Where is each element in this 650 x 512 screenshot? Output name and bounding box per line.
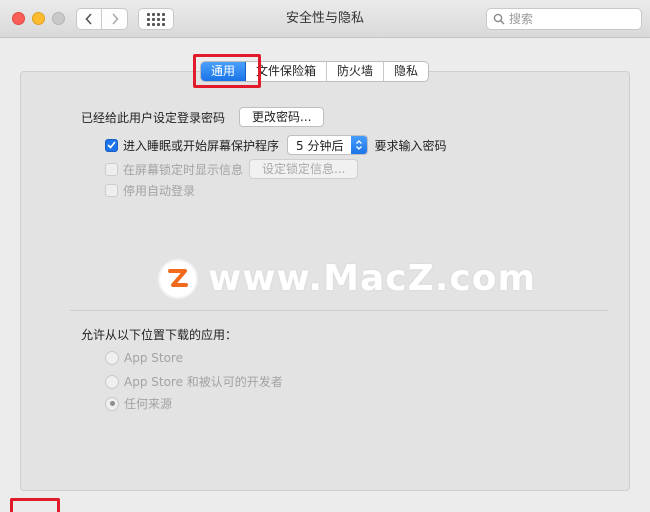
password-delay-select[interactable]: 5 分钟后 — [287, 135, 369, 155]
radio-label: App Store — [124, 351, 183, 365]
back-button[interactable] — [76, 8, 102, 30]
password-delay-value: 5 分钟后 — [296, 138, 344, 153]
radio-app-store[interactable]: App Store — [105, 351, 183, 365]
require-password-label: 进入睡眠或开始屏幕保护程序 — [123, 138, 280, 153]
chevron-left-icon — [85, 13, 92, 25]
require-password-suffix: 要求输入密码 — [374, 138, 447, 153]
lock-message-row: 在屏幕锁定时显示信息 设定锁定信息... — [105, 159, 359, 179]
radio-anywhere[interactable]: 任何来源 — [105, 395, 172, 412]
tab-firewall[interactable]: 防火墙 — [327, 62, 385, 81]
lock-message-checkbox[interactable] — [105, 162, 118, 176]
checkmark-icon — [107, 141, 116, 149]
radio-label: 任何来源 — [124, 397, 173, 411]
radio-button[interactable] — [105, 351, 119, 365]
lock-highlight-box — [10, 498, 60, 512]
downloads-heading-row: 允许从以下位置下载的应用： — [81, 326, 237, 343]
radio-button[interactable] — [105, 396, 119, 411]
watermark-text: www.MacZ.com — [208, 258, 536, 299]
search-input[interactable] — [509, 12, 629, 26]
watermark: www.MacZ.com — [160, 258, 536, 299]
downloads-label: 允许从以下位置下载的应用： — [81, 328, 238, 342]
set-lock-message-button[interactable]: 设定锁定信息... — [249, 159, 359, 179]
change-password-button[interactable]: 更改密码... — [239, 107, 325, 127]
disable-auto-login-label: 停用自动登录 — [123, 184, 196, 198]
show-all-button[interactable] — [138, 8, 174, 30]
chevron-right-icon — [111, 13, 119, 25]
tab-privacy[interactable]: 隐私 — [384, 62, 428, 81]
radio-button[interactable] — [105, 374, 119, 389]
close-window-button[interactable] — [12, 12, 25, 25]
search-field[interactable] — [486, 8, 642, 30]
auto-login-row: 停用自动登录 — [105, 182, 195, 199]
tab-highlight-box — [193, 54, 261, 88]
disable-auto-login-checkbox[interactable] — [105, 184, 118, 197]
require-password-checkbox[interactable] — [105, 138, 118, 152]
radio-app-store-identified[interactable]: App Store 和被认可的开发者 — [105, 373, 283, 390]
zoom-window-button[interactable] — [52, 12, 65, 25]
updown-chevron-icon — [351, 136, 368, 154]
lock-message-label: 在屏幕锁定时显示信息 — [123, 162, 244, 177]
password-set-label: 已经给此用户设定登录密码 — [81, 110, 226, 125]
grid-icon — [147, 12, 165, 26]
require-password-row: 进入睡眠或开始屏幕保护程序 5 分钟后 要求输入密码 — [105, 135, 446, 155]
macz-logo-icon — [160, 260, 196, 297]
section-divider — [70, 310, 608, 311]
minimize-window-button[interactable] — [32, 12, 45, 25]
search-icon — [493, 13, 505, 25]
password-row: 已经给此用户设定登录密码 更改密码... — [81, 107, 325, 127]
radio-label: App Store 和被认可的开发者 — [124, 375, 283, 389]
forward-button[interactable] — [102, 8, 128, 30]
